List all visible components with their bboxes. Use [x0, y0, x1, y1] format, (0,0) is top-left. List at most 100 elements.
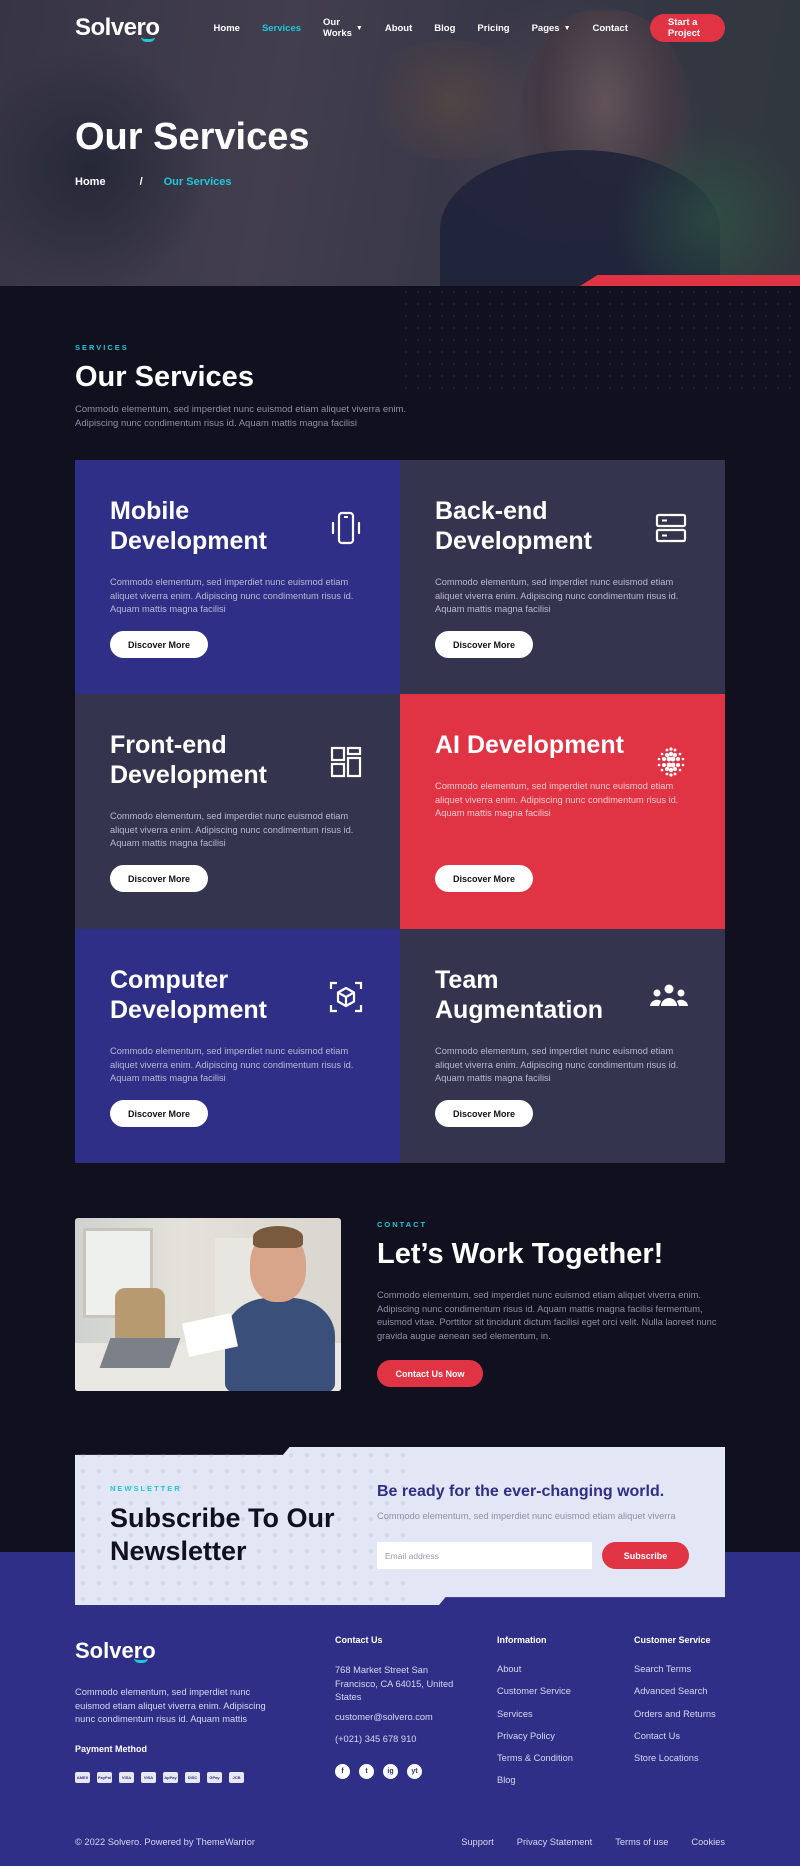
service-card-computer: Computer Development Commodo elementum, …: [75, 929, 400, 1163]
facebook-icon[interactable]: f: [335, 1764, 350, 1779]
chevron-down-icon: ▼: [563, 24, 571, 32]
footer-address: 768 Market Street San Francisco, CA 6401…: [335, 1665, 454, 1702]
chevron-down-icon: ▼: [355, 24, 363, 32]
legal-links: Support Privacy Statement Terms of use C…: [461, 1837, 725, 1847]
service-text: Commodo elementum, sed imperdiet nunc eu…: [110, 577, 354, 614]
contact-us-button[interactable]: Contact Us Now: [377, 1360, 483, 1387]
service-card-team: Team Augmentation Commodo elementum, sed…: [400, 929, 725, 1163]
discover-more-button[interactable]: Discover More: [435, 865, 533, 892]
contact-title: Let’s Work Together!: [377, 1238, 664, 1270]
service-text: Commodo elementum, sed imperdiet nunc eu…: [435, 577, 679, 614]
support-link[interactable]: Support: [461, 1837, 494, 1847]
nav-item-blog[interactable]: Blog: [434, 17, 455, 39]
contact-eyebrow: CONTACT: [377, 1220, 428, 1229]
apple-pay-icon: ApPay: [163, 1772, 178, 1783]
contact-photo: [75, 1218, 341, 1391]
footer-link[interactable]: Orders and Returns: [634, 1709, 716, 1719]
footer-about: Commodo elementum, sed imperdiet nunc eu…: [75, 1687, 266, 1724]
nav-item-contact[interactable]: Contact: [593, 17, 628, 39]
breadcrumb-home[interactable]: Home: [75, 176, 106, 188]
discover-more-button[interactable]: Discover More: [435, 1100, 533, 1127]
discover-more-button[interactable]: Discover More: [110, 865, 208, 892]
instagram-icon[interactable]: ig: [383, 1764, 398, 1779]
service-title: Front-end Development: [110, 731, 267, 789]
site-logo[interactable]: Solvero: [75, 14, 160, 42]
copyright: © 2022 Solvero. Powered by ThemeWarrior: [75, 1837, 255, 1847]
email-field[interactable]: [377, 1542, 592, 1569]
footer-email[interactable]: customer@solvero.com: [335, 1712, 433, 1722]
cookies-link[interactable]: Cookies: [691, 1837, 725, 1847]
photo-shape: [225, 1298, 335, 1391]
team-icon: [650, 984, 688, 1006]
dashboard-icon: [330, 746, 362, 778]
footer-phone[interactable]: (+021) 345 678 910: [335, 1734, 416, 1744]
hero-banner: Solvero Home Services Our Works ▼ About B…: [0, 0, 800, 286]
service-card-mobile: Mobile Development Commodo elementum, se…: [75, 460, 400, 694]
nav-item-our-works[interactable]: Our Works ▼: [323, 17, 363, 39]
breadcrumb: Home / Our Services: [75, 176, 232, 188]
privacy-link[interactable]: Privacy Statement: [517, 1837, 592, 1847]
nav-item-pricing[interactable]: Pricing: [477, 17, 509, 39]
visa-icon: VISA: [119, 1772, 134, 1783]
service-text: Commodo elementum, sed imperdiet nunc eu…: [435, 1046, 679, 1083]
service-title: Mobile Development: [110, 497, 267, 555]
nav-item-pages[interactable]: Pages ▼: [532, 17, 571, 39]
footer-link[interactable]: Customer Service: [497, 1686, 571, 1696]
start-project-button[interactable]: Start a Project: [649, 14, 725, 42]
service-title: Team Augmentation: [435, 966, 604, 1024]
footer-link[interactable]: Services: [497, 1709, 533, 1719]
photo-shape: [253, 1226, 303, 1248]
service-text: Commodo elementum, sed imperdiet nunc eu…: [110, 811, 354, 848]
decorative-dots: [400, 286, 800, 396]
information-heading: Information: [497, 1635, 547, 1645]
newsletter-title: Subscribe To Our Newsletter: [110, 1503, 335, 1566]
subscribe-button[interactable]: Subscribe: [602, 1542, 689, 1569]
services-title: Our Services: [75, 361, 254, 393]
discover-more-button[interactable]: Discover More: [110, 631, 208, 658]
footer-link[interactable]: Blog: [497, 1775, 516, 1785]
ai-dots-icon: [657, 747, 685, 777]
contact-description: Commodo elementum, sed imperdiet nunc eu…: [377, 1290, 717, 1341]
services-desc-line: Commodo elementum, sed imperdiet nunc eu…: [75, 404, 407, 415]
customer-service-heading: Customer Service: [634, 1635, 711, 1645]
youtube-icon[interactable]: yt: [407, 1764, 422, 1779]
contact-heading: Contact Us: [335, 1635, 383, 1645]
service-card-ai: AI Development Commodo elementum, sed im…: [400, 694, 725, 929]
footer-link[interactable]: Contact Us: [634, 1731, 680, 1741]
twitter-icon[interactable]: t: [359, 1764, 374, 1779]
footer-logo[interactable]: Solvero: [75, 1638, 156, 1664]
nav-item-about[interactable]: About: [385, 17, 412, 39]
discover-more-button[interactable]: Discover More: [110, 1100, 208, 1127]
footer-link[interactable]: Search Terms: [634, 1664, 691, 1674]
newsletter-heading: Be ready for the ever-changing world.: [377, 1483, 665, 1500]
nav-item-home[interactable]: Home: [214, 17, 240, 39]
service-card-frontend: Front-end Development Commodo elementum,…: [75, 694, 400, 929]
jcb-icon: JCB: [229, 1772, 244, 1783]
footer-link[interactable]: Terms & Condition: [497, 1753, 573, 1763]
breadcrumb-separator: /: [139, 176, 143, 188]
discover-more-button[interactable]: Discover More: [435, 631, 533, 658]
nav-item-services[interactable]: Services: [262, 17, 301, 39]
services-desc-line: Adipiscing nunc condimentum risus id. Aq…: [75, 418, 357, 429]
google-pay-icon: GPay: [207, 1772, 222, 1783]
footer-link[interactable]: Advanced Search: [634, 1686, 707, 1696]
services-description: Commodo elementum, sed imperdiet nunc eu…: [75, 403, 406, 431]
service-card-backend: Back-end Development Commodo elementum, …: [400, 460, 725, 694]
main-nav: Solvero Home Services Our Works ▼ About B…: [75, 14, 725, 42]
service-title: AI Development: [435, 731, 624, 759]
newsletter-eyebrow: NEWSLETTER: [110, 1484, 182, 1493]
footer-link[interactable]: Store Locations: [634, 1753, 699, 1763]
payment-heading: Payment Method: [75, 1744, 148, 1754]
page-title: Our Services: [75, 116, 310, 158]
paypal-icon: PayPal: [97, 1772, 112, 1783]
services-eyebrow: SERVICES: [75, 343, 129, 352]
footer-link[interactable]: Privacy Policy: [497, 1731, 555, 1741]
service-text: Commodo elementum, sed imperdiet nunc eu…: [435, 781, 679, 818]
services-grid: Mobile Development Commodo elementum, se…: [75, 460, 725, 1163]
breadcrumb-current: Our Services: [163, 176, 232, 188]
terms-link[interactable]: Terms of use: [615, 1837, 668, 1847]
nav-menu: Home Services Our Works ▼ About Blog Pric…: [214, 17, 650, 39]
cube-icon: [329, 981, 363, 1013]
visa-icon: VISA: [141, 1772, 156, 1783]
footer-link[interactable]: About: [497, 1664, 521, 1674]
